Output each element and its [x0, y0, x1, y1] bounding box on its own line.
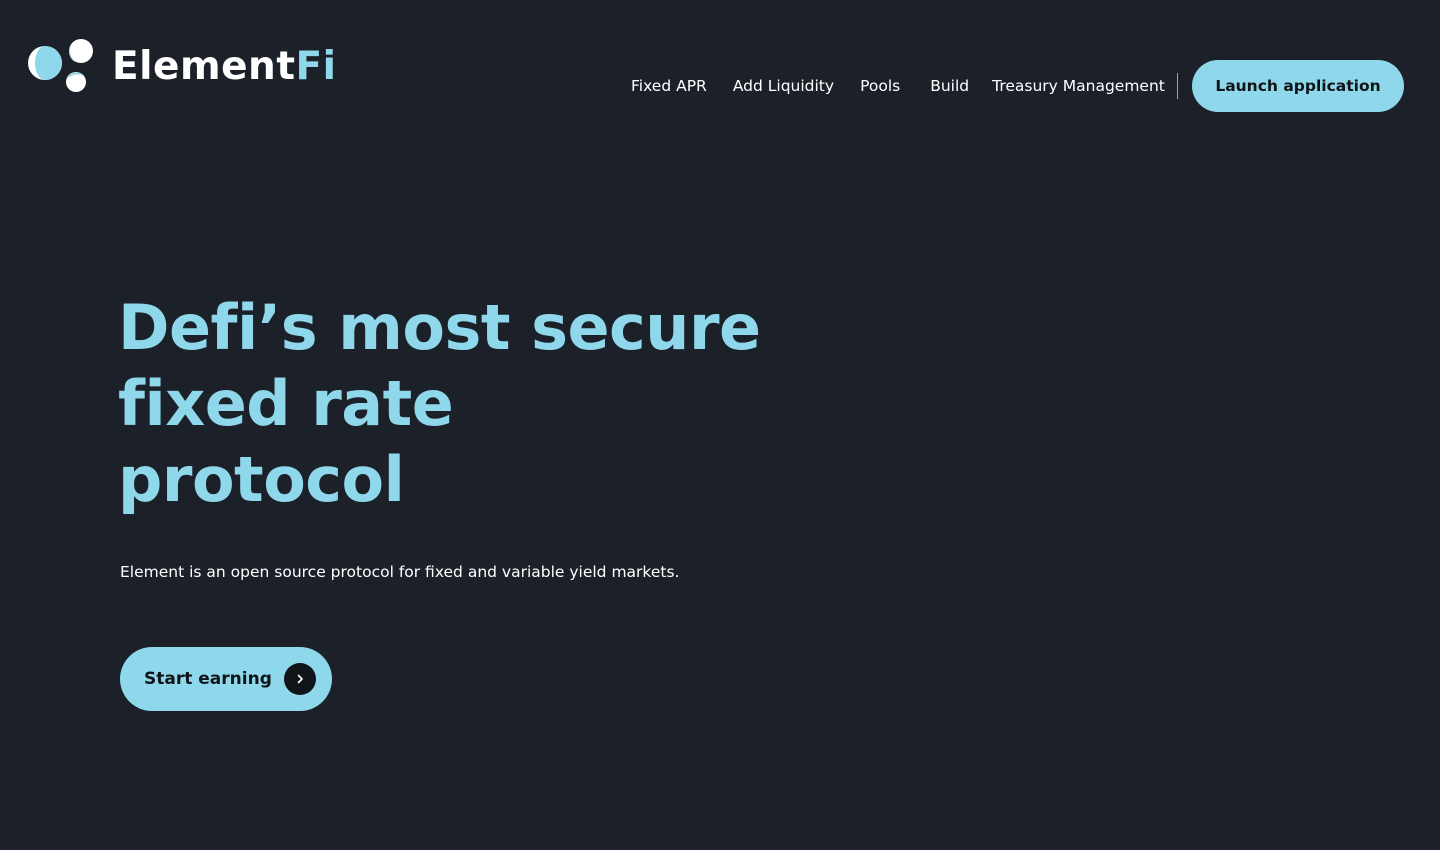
nav-link-add-liquidity[interactable]: Add Liquidity — [733, 74, 834, 98]
brand-name-part2: Fi — [295, 43, 337, 89]
hero-title-line-1: Defi’s most secure — [118, 291, 761, 364]
hero-title-line-3: protocol — [118, 443, 405, 516]
chevron-right-icon — [284, 663, 316, 695]
brand-wordmark: ElementFi — [112, 47, 336, 86]
landing-page: ElementFi Fixed APR Add Liquidity Pools … — [0, 0, 1440, 850]
launch-application-button[interactable]: Launch application — [1192, 60, 1404, 112]
nav-divider — [1176, 73, 1178, 99]
nav-link-treasury-management[interactable]: Treasury Management — [992, 74, 1165, 98]
nav-link-fixed-apr[interactable]: Fixed APR — [631, 74, 707, 98]
hero-subtitle: Element is an open source protocol for f… — [120, 563, 680, 581]
element-logo-icon — [28, 39, 93, 92]
hero-title: Defi’s most secure fixed rate protocol — [118, 290, 761, 518]
nav-link-build[interactable]: Build — [930, 74, 969, 98]
main-nav: Fixed APR Add Liquidity Pools Build Trea… — [631, 73, 1178, 99]
brand-logo-link[interactable]: ElementFi — [26, 36, 336, 96]
brand-name-part1: Element — [112, 43, 296, 89]
start-earning-label: Start earning — [144, 669, 272, 689]
nav-link-pools[interactable]: Pools — [860, 74, 900, 98]
hero-title-line-2: fixed rate — [118, 367, 454, 440]
start-earning-button[interactable]: Start earning — [120, 647, 332, 711]
